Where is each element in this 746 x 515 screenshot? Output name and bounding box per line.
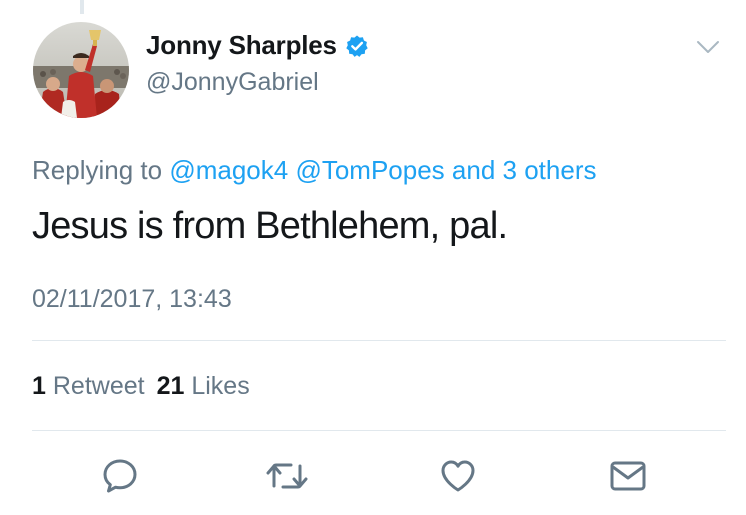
author-display-name[interactable]: Jonny Sharples [146, 30, 337, 61]
tweet-actions-bar [0, 452, 746, 500]
author-handle[interactable]: @JonnyGabriel [146, 68, 319, 97]
reply-button[interactable] [96, 452, 144, 500]
heart-icon [441, 460, 475, 492]
envelope-icon [610, 461, 646, 491]
mention-link[interactable]: @magok4 [169, 155, 288, 185]
tweet-timestamp[interactable]: 02/11/2017, 13:43 [32, 285, 232, 314]
retweets-count: 1 [32, 372, 46, 400]
likes-label: Likes [191, 372, 250, 400]
author-name-row[interactable]: Jonny Sharples [146, 30, 369, 61]
like-button[interactable] [434, 452, 482, 500]
speech-bubble-icon [103, 459, 137, 493]
reply-context-prefix: Replying to [32, 155, 163, 185]
likes-count: 21 [156, 372, 185, 400]
tweet-stats: 1 Retweet 21 Likes [32, 372, 250, 401]
tweet-card: Jonny Sharples @JonnyGabriel Replying to… [0, 0, 746, 515]
verified-badge-icon [345, 34, 369, 58]
divider [32, 430, 726, 431]
divider [32, 340, 726, 341]
mention-link[interactable]: @TomPopes [295, 155, 444, 185]
reply-others-link[interactable]: and 3 others [452, 155, 597, 185]
reply-context: Replying to @magok4 @TomPopes and 3 othe… [32, 155, 596, 186]
avatar[interactable] [33, 22, 129, 118]
avatar-photo [33, 22, 129, 118]
retweets-stat[interactable]: 1 Retweet [32, 372, 145, 400]
direct-message-button[interactable] [604, 452, 652, 500]
retweet-arrows-icon [266, 463, 308, 489]
thread-connector-line [80, 0, 84, 14]
tweet-text: Jesus is from Bethlehem, pal. [32, 205, 508, 247]
retweets-label: Retweet [52, 372, 145, 400]
likes-stat[interactable]: 21 Likes [157, 372, 250, 400]
chevron-down-icon[interactable] [696, 38, 720, 56]
retweet-button[interactable] [263, 452, 311, 500]
